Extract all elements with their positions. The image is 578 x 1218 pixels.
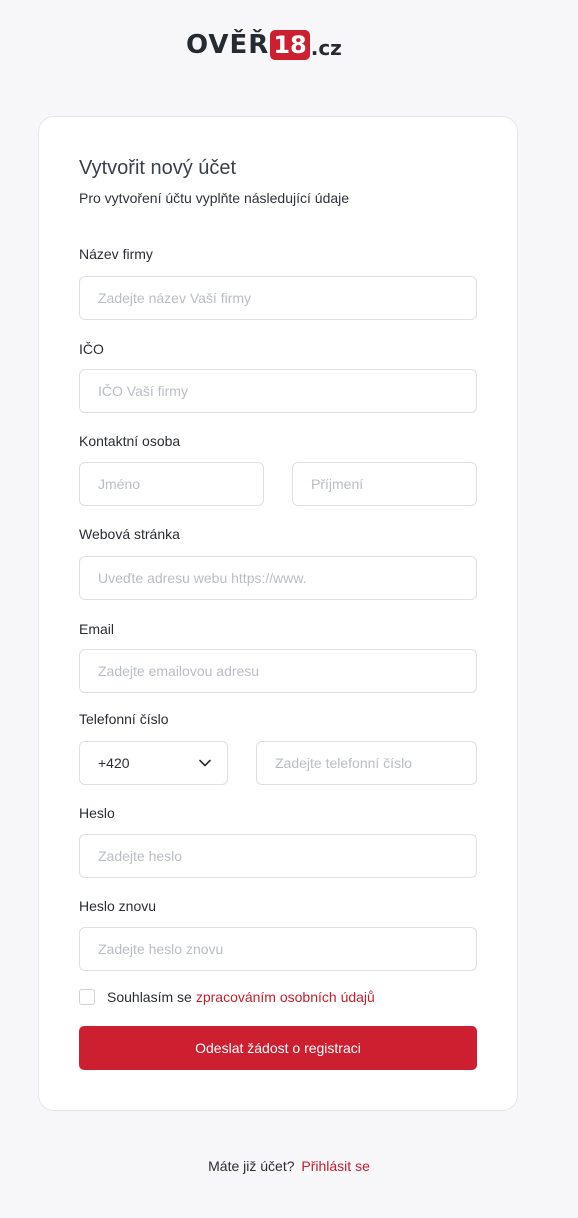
logo[interactable]: OVĚŘ 18 .cz: [186, 27, 342, 63]
consent-text: Souhlasím se: [107, 989, 192, 1005]
page-title: Vytvořit nový účet: [79, 157, 237, 179]
phone-prefix-value: +420: [98, 755, 130, 771]
website-label: Webová stránka: [79, 526, 180, 542]
password-label: Heslo: [79, 805, 115, 821]
chevron-down-icon: [199, 757, 211, 769]
phone-number-input[interactable]: [256, 741, 477, 785]
footer-text: Máte již účet?: [208, 1158, 295, 1174]
consent-row: Souhlasím se zpracováním osobních údajů: [79, 989, 375, 1005]
consent-checkbox[interactable]: [79, 989, 95, 1005]
contact-person-label: Kontaktní osoba: [79, 433, 181, 449]
submit-registration-button[interactable]: Odeslat žádost o registraci: [79, 1026, 477, 1070]
ico-input[interactable]: [79, 369, 477, 413]
first-name-input[interactable]: [79, 462, 264, 506]
company-name-input[interactable]: [79, 276, 477, 320]
logo-word: OVĚŘ: [186, 30, 270, 60]
website-input[interactable]: [79, 556, 477, 600]
logo-tld: .cz: [310, 36, 342, 60]
phone-prefix-select[interactable]: +420: [79, 741, 228, 785]
ico-label: IČO: [79, 341, 104, 357]
registration-card: Vytvořit nový účet Pro vytvoření účtu vy…: [38, 116, 518, 1111]
page-subtitle: Pro vytvoření účtu vyplňte následující ú…: [79, 190, 350, 206]
consent-link[interactable]: zpracováním osobních údajů: [196, 989, 375, 1005]
password-input[interactable]: [79, 834, 477, 878]
password-again-input[interactable]: [79, 927, 477, 971]
email-label: Email: [79, 621, 115, 637]
password-again-label: Heslo znovu: [79, 898, 157, 914]
email-input[interactable]: [79, 649, 477, 693]
logo-badge: 18: [270, 30, 310, 60]
phone-label: Telefonní číslo: [79, 711, 169, 727]
login-link[interactable]: Přihlásit se: [301, 1158, 369, 1174]
company-name-label: Název firmy: [79, 246, 153, 262]
last-name-input[interactable]: [292, 462, 477, 506]
footer: Máte již účet? Přihlásit se: [0, 1158, 578, 1174]
